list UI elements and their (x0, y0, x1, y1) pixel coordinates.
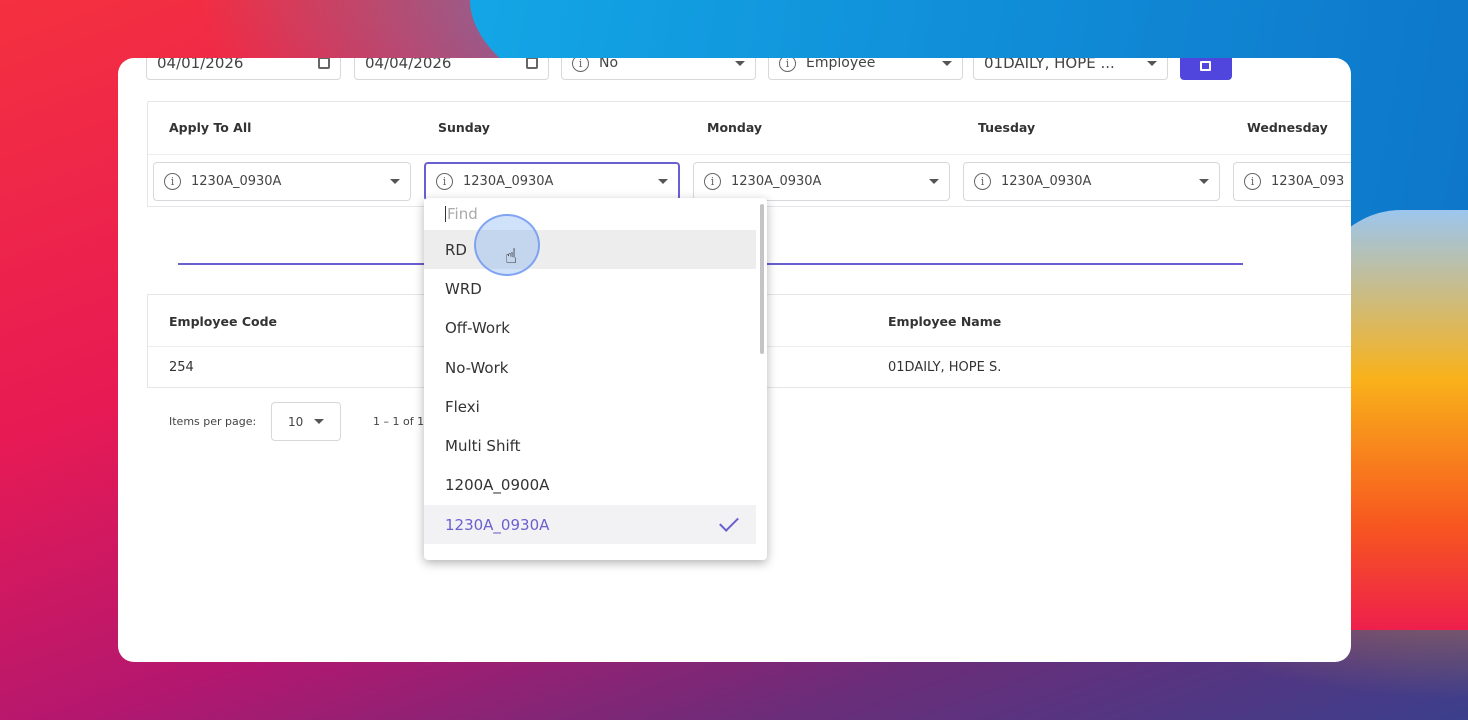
info-icon: i (974, 173, 991, 190)
calendar-icon[interactable] (318, 58, 330, 69)
select-value: 1230A_0930A (191, 174, 282, 189)
info-icon: i (704, 173, 721, 190)
sunday-select[interactable]: i 1230A_0930A (424, 162, 680, 201)
wednesday-select[interactable]: i 1230A_093 (1233, 162, 1351, 201)
option-label: Flexi (445, 397, 480, 416)
option-value: No (599, 58, 619, 71)
find-placeholder: Find (447, 205, 478, 223)
find-input[interactable]: Find (424, 198, 767, 230)
header-employee-code: Employee Code (169, 314, 278, 329)
calendar-icon[interactable] (526, 58, 538, 69)
chevron-down-icon (942, 60, 952, 66)
header-apply-to-all: Apply To All (169, 120, 252, 135)
header-wednesday: Wednesday (1247, 120, 1328, 135)
document-icon (1200, 61, 1211, 71)
chevron-down-icon (929, 179, 939, 184)
tuesday-select[interactable]: i 1230A_0930A (963, 162, 1220, 201)
select-value: 1230A_0930A (1001, 174, 1092, 189)
option-flexi[interactable]: Flexi (424, 387, 756, 426)
option-label: RD (445, 240, 467, 259)
option-label: 1200A_0900A (445, 476, 550, 495)
header-tuesday: Tuesday (978, 120, 1036, 135)
page-size-value: 10 (288, 414, 304, 429)
hand-pointer-icon: ☝ (505, 244, 518, 268)
apply-to-all-select[interactable]: i 1230A_0930A (153, 162, 411, 201)
type-select[interactable]: i Employee (768, 58, 963, 80)
option-no-work[interactable]: No-Work (424, 348, 756, 387)
cell-employee-name: 01DAILY, HOPE S. (888, 360, 1002, 375)
page-range: 1 – 1 of 1 (373, 415, 425, 428)
header-sunday: Sunday (438, 120, 490, 135)
option-label: WRD (445, 279, 482, 298)
select-value: 1230A_0930A (463, 174, 554, 189)
chevron-down-icon (735, 60, 745, 66)
info-icon: i (164, 173, 181, 190)
option-label: Multi Shift (445, 437, 521, 456)
employee-value: 01DAILY, HOPE ... (984, 58, 1115, 72)
date-from-value: 04/01/2026 (157, 58, 244, 72)
option-wrd[interactable]: WRD (424, 269, 756, 308)
chevron-down-icon (314, 419, 324, 424)
option-multi-shift[interactable]: Multi Shift (424, 426, 756, 465)
info-icon: i (436, 173, 453, 190)
type-value: Employee (806, 58, 876, 71)
monday-select[interactable]: i 1230A_0930A (693, 162, 950, 201)
check-icon (719, 512, 739, 532)
info-icon: i (779, 58, 796, 72)
info-icon: i (1244, 173, 1261, 190)
option-select[interactable]: i No (561, 58, 756, 80)
header-monday: Monday (707, 120, 763, 135)
employee-select[interactable]: 01DAILY, HOPE ... (973, 58, 1168, 80)
info-icon: i (572, 58, 589, 72)
header-employee-name: Employee Name (888, 314, 1002, 329)
page-size-select[interactable]: 10 (271, 402, 341, 441)
export-button[interactable] (1180, 58, 1232, 80)
select-value: 1230A_0930A (731, 174, 822, 189)
option-label: 1230A_0930A (445, 515, 550, 534)
date-to-field[interactable]: 04/04/2026 (354, 58, 549, 80)
option-off-work[interactable]: Off-Work (424, 309, 756, 348)
chevron-down-icon (390, 179, 400, 184)
chevron-down-icon (1147, 60, 1157, 66)
option-label: No-Work (445, 358, 509, 377)
option-1230a-0930a[interactable]: 1230A_0930A (424, 505, 756, 545)
date-from-field[interactable]: 04/01/2026 (146, 58, 341, 80)
chevron-down-icon (658, 179, 668, 184)
option-label: Off-Work (445, 319, 510, 338)
date-to-value: 04/04/2026 (365, 58, 452, 72)
items-per-page-label: Items per page: (169, 415, 257, 428)
option-1200a-0900a[interactable]: 1200A_0900A (424, 466, 756, 505)
select-value: 1230A_093 (1271, 174, 1345, 189)
chevron-down-icon (1199, 179, 1209, 184)
cell-employee-code: 254 (169, 360, 194, 375)
dropdown-scrollbar[interactable] (760, 204, 764, 354)
